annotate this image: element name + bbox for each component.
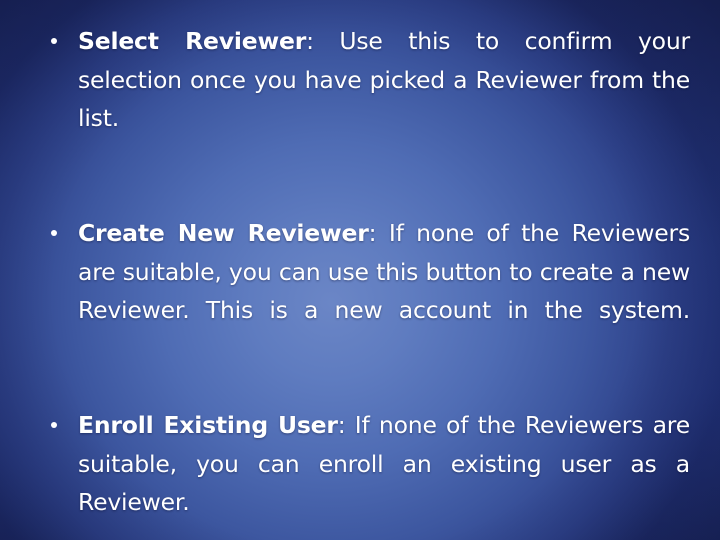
- bullet-lead-label: Create New Reviewer: [78, 219, 369, 247]
- bullet-text: Enroll Existing User: If none of the Rev…: [78, 411, 690, 540]
- bullet-dot-icon: [51, 422, 57, 428]
- slide-canvas: Select Reviewer: Use this to confirm you…: [0, 0, 720, 540]
- bullet-list: Select Reviewer: Use this to confirm you…: [44, 22, 690, 540]
- bullet-item-create-new-reviewer: Create New Reviewer: If none of the Revi…: [44, 214, 690, 368]
- slide-content: Select Reviewer: Use this to confirm you…: [0, 0, 720, 540]
- bullet-text: Select Reviewer: Use this to confirm you…: [78, 27, 690, 171]
- bullet-item-enroll-existing-user: Enroll Existing User: If none of the Rev…: [44, 406, 690, 540]
- bullet-item-select-reviewer: Select Reviewer: Use this to confirm you…: [44, 22, 690, 176]
- bullet-separator: :: [306, 27, 314, 55]
- bullet-lead-label: Select Reviewer: [78, 27, 307, 55]
- bullet-dot-icon: [51, 230, 57, 236]
- bullet-lead-label: Enroll Existing User: [78, 411, 338, 439]
- bullet-dot-icon: [51, 38, 57, 44]
- bullet-text: Create New Reviewer: If none of the Revi…: [78, 219, 690, 363]
